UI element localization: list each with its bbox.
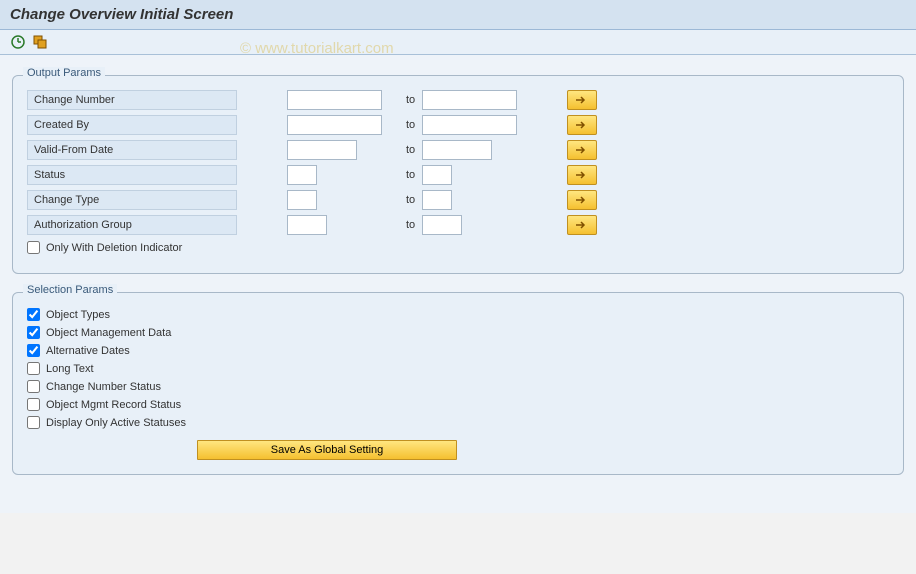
to-label: to [382,144,422,156]
cb-change-number-status-row: Change Number Status [27,380,889,393]
to-label: to [382,194,422,206]
label-change-number: Change Number [27,90,237,110]
cb-change-number-status[interactable] [27,380,40,393]
change-type-to-input[interactable] [422,190,452,210]
page-title: Change Overview Initial Screen [10,6,906,23]
cb-object-types-label: Object Types [46,309,110,321]
row-change-type: Change Type to [27,189,889,211]
row-change-number: Change Number to [27,89,889,111]
row-status: Status to [27,164,889,186]
toolbar [0,30,916,55]
label-auth-group: Authorization Group [27,215,237,235]
cb-object-mgmt-record-status-label: Object Mgmt Record Status [46,399,181,411]
execute-icon[interactable] [10,34,26,50]
multi-select-button[interactable] [567,115,597,135]
selection-params-title: Selection Params [23,284,117,296]
multi-select-button[interactable] [567,190,597,210]
header-bar: Change Overview Initial Screen [0,0,916,30]
cb-change-number-status-label: Change Number Status [46,381,161,393]
label-valid-from-date: Valid-From Date [27,140,237,160]
status-to-input[interactable] [422,165,452,185]
variant-icon[interactable] [32,34,48,50]
created-by-to-input[interactable] [422,115,517,135]
valid-from-date-from-input[interactable] [287,140,357,160]
row-auth-group: Authorization Group to [27,214,889,236]
multi-select-button[interactable] [567,165,597,185]
cb-long-text-row: Long Text [27,362,889,375]
cb-object-mgmt-data[interactable] [27,326,40,339]
multi-select-button[interactable] [567,215,597,235]
cb-object-types[interactable] [27,308,40,321]
cb-display-active-statuses-label: Display Only Active Statuses [46,417,186,429]
cb-object-types-row: Object Types [27,308,889,321]
cb-alt-dates-label: Alternative Dates [46,345,130,357]
label-change-type: Change Type [27,190,237,210]
to-label: to [382,169,422,181]
to-label: to [382,94,422,106]
change-type-from-input[interactable] [287,190,317,210]
deletion-indicator-row: Only With Deletion Indicator [27,241,889,254]
cb-long-text[interactable] [27,362,40,375]
cb-display-active-statuses-row: Display Only Active Statuses [27,416,889,429]
row-created-by: Created By to [27,114,889,136]
label-created-by: Created By [27,115,237,135]
multi-select-button[interactable] [567,140,597,160]
label-status: Status [27,165,237,185]
to-label: to [382,119,422,131]
output-params-group: Output Params Change Number to Created B… [12,75,904,274]
cb-display-active-statuses[interactable] [27,416,40,429]
deletion-indicator-label: Only With Deletion Indicator [46,242,182,254]
cb-long-text-label: Long Text [46,363,94,375]
to-label: to [382,219,422,231]
deletion-indicator-checkbox[interactable] [27,241,40,254]
selection-params-group: Selection Params Object Types Object Man… [12,292,904,475]
cb-object-mgmt-record-status[interactable] [27,398,40,411]
save-global-setting-button[interactable]: Save As Global Setting [197,440,457,460]
cb-object-mgmt-data-row: Object Management Data [27,326,889,339]
valid-from-date-to-input[interactable] [422,140,492,160]
row-valid-from-date: Valid-From Date to [27,139,889,161]
auth-group-from-input[interactable] [287,215,327,235]
output-params-title: Output Params [23,67,105,79]
cb-alt-dates[interactable] [27,344,40,357]
cb-object-mgmt-data-label: Object Management Data [46,327,171,339]
auth-group-to-input[interactable] [422,215,462,235]
change-number-to-input[interactable] [422,90,517,110]
multi-select-button[interactable] [567,90,597,110]
created-by-from-input[interactable] [287,115,382,135]
cb-object-mgmt-record-status-row: Object Mgmt Record Status [27,398,889,411]
content-area: Output Params Change Number to Created B… [0,55,916,513]
cb-alt-dates-row: Alternative Dates [27,344,889,357]
status-from-input[interactable] [287,165,317,185]
change-number-from-input[interactable] [287,90,382,110]
